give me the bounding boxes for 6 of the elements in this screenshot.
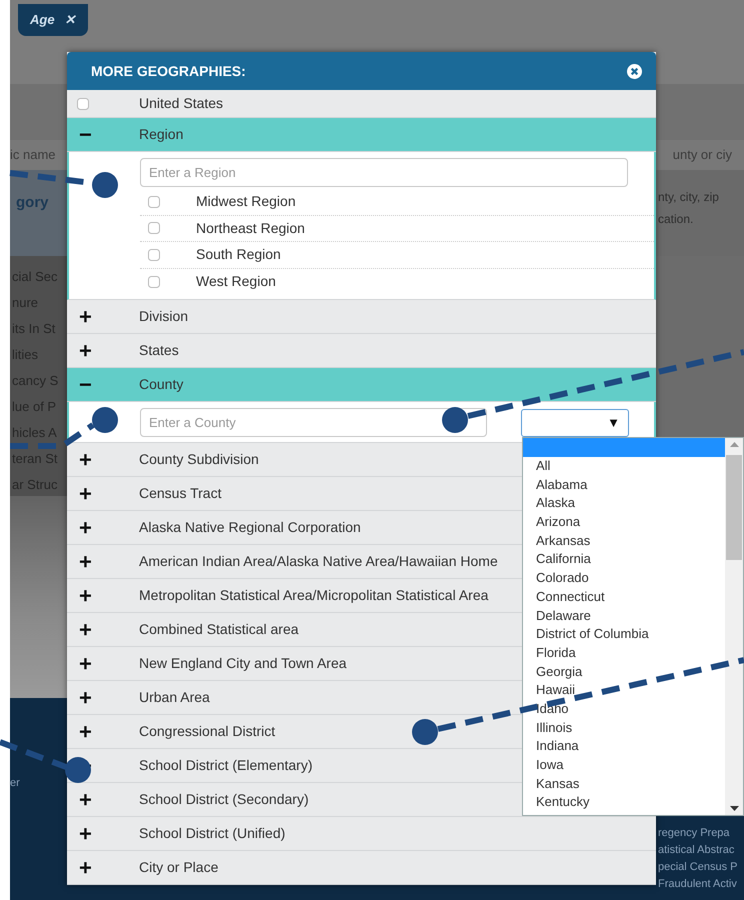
- help-text: nty, city, zip: [658, 189, 720, 206]
- field-text: unty or ciy: [672, 146, 733, 164]
- field-text: ic name: [10, 146, 56, 164]
- help-text: cation.: [658, 211, 694, 228]
- dialog-title: MORE GEOGRAPHIES:: [91, 62, 246, 80]
- category-heading: gory: [10, 170, 67, 256]
